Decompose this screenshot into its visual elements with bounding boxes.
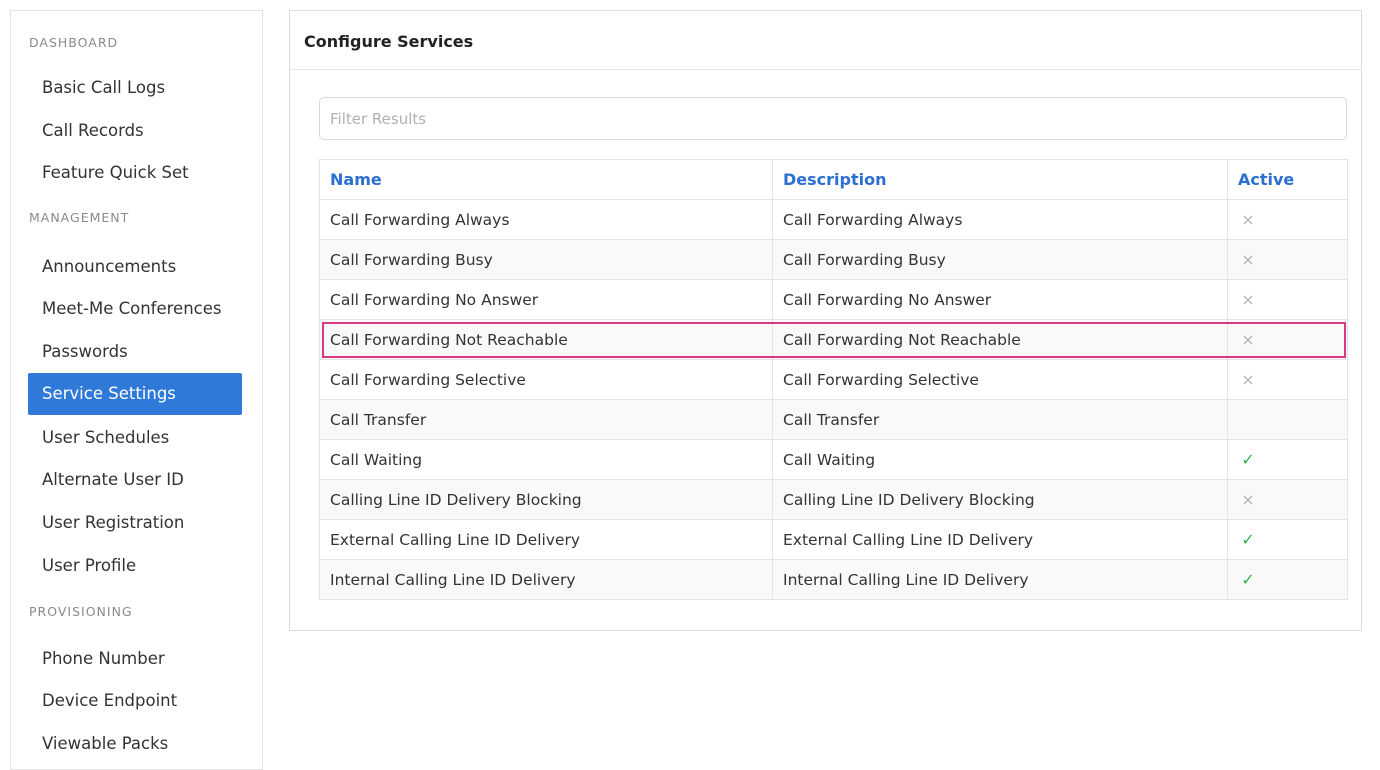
table-row[interactable]: Internal Calling Line ID Delivery Interna… [319,559,1348,600]
table-body: Call Forwarding Always Call Forwarding Al… [319,199,1348,600]
sidebar-item-device-endpoint[interactable]: Device Endpoint [28,680,242,722]
service-description-cell: Internal Calling Line ID Delivery [772,559,1228,600]
service-active-cell: ✓ [1227,439,1348,480]
service-active-cell: × [1227,359,1348,400]
table-row[interactable]: Call Forwarding Always Call Forwarding Al… [319,199,1348,240]
sidebar-item-announcements[interactable]: Announcements [28,246,242,288]
table-row[interactable]: Call Forwarding Busy Call Forwarding Busy… [319,239,1348,280]
service-active-cell: × [1227,319,1348,360]
service-name-cell: Calling Line ID Delivery Blocking [319,479,773,520]
check-icon[interactable]: ✓ [1238,450,1258,469]
service-name-cell: Call Transfer [319,399,773,440]
section-header-management: MANAGEMENT [29,210,130,225]
service-description-cell: Call Forwarding Always [772,199,1228,240]
service-active-cell: × [1227,239,1348,280]
service-active-cell: × [1227,479,1348,520]
check-icon[interactable]: ✓ [1238,570,1258,589]
service-name-cell: Internal Calling Line ID Delivery [319,559,773,600]
service-description-cell: Call Forwarding Selective [772,359,1228,400]
close-icon[interactable]: × [1238,370,1258,389]
sidebar-item-user-registration[interactable]: User Registration [28,502,242,544]
configure-services-panel: Configure Services Name Description Acti… [289,10,1362,631]
close-icon[interactable]: × [1238,290,1258,309]
service-description-cell: Call Forwarding Busy [772,239,1228,280]
sidebar-item-user-profile[interactable]: User Profile [28,545,242,587]
sidebar-item-user-schedules[interactable]: User Schedules [28,417,242,459]
service-name-cell: Call Forwarding Selective [319,359,773,400]
service-description-cell: Calling Line ID Delivery Blocking [772,479,1228,520]
section-header-dashboard: DASHBOARD [29,35,119,50]
service-description-cell: Call Transfer [772,399,1228,440]
table-row[interactable]: Call Forwarding No Answer Call Forwarding… [319,279,1348,320]
table-header-row: Name Description Active [319,159,1348,200]
table-row[interactable]: Call Forwarding Not Reachable Call Forwar… [319,319,1348,360]
table-row[interactable]: Call Waiting Call Waiting ✓ [319,439,1348,480]
column-header-name[interactable]: Name [319,159,773,200]
close-icon[interactable]: × [1238,330,1258,349]
sidebar-item-phone-number[interactable]: Phone Number [28,638,242,680]
close-icon[interactable]: × [1238,250,1258,269]
sidebar-item-meet-me-conferences[interactable]: Meet-Me Conferences [28,288,242,330]
sidebar-item-service-settings[interactable]: Service Settings [28,373,242,415]
service-active-cell: × [1227,279,1348,320]
services-table: Name Description Active Call Forwarding … [319,159,1348,600]
section-header-provisioning: PROVISIONING [29,604,133,619]
service-description-cell: Call Forwarding Not Reachable [772,319,1228,360]
service-name-cell: Call Forwarding Busy [319,239,773,280]
close-icon[interactable]: × [1238,490,1258,509]
service-name-cell: Call Forwarding Not Reachable [319,319,773,360]
sidebar-item-feature-quick-set[interactable]: Feature Quick Set [28,152,242,194]
service-active-cell [1227,399,1348,440]
service-description-cell: Call Forwarding No Answer [772,279,1228,320]
sidebar-item-viewable-packs[interactable]: Viewable Packs [28,723,242,765]
service-active-cell: ✓ [1227,559,1348,600]
service-name-cell: External Calling Line ID Delivery [319,519,773,560]
table-row[interactable]: External Calling Line ID Delivery Externa… [319,519,1348,560]
column-header-description[interactable]: Description [772,159,1228,200]
sidebar-item-alternate-user-id[interactable]: Alternate User ID [28,459,242,501]
close-icon[interactable]: × [1238,210,1258,229]
check-icon[interactable]: ✓ [1238,530,1258,549]
sidebar: DASHBOARD Basic Call Logs Call Records F… [10,10,263,770]
service-description-cell: External Calling Line ID Delivery [772,519,1228,560]
filter-input[interactable] [319,97,1347,140]
table-row[interactable]: Calling Line ID Delivery Blocking Calling… [319,479,1348,520]
panel-header: Configure Services [290,11,1361,70]
page-title: Configure Services [304,32,474,51]
service-name-cell: Call Forwarding No Answer [319,279,773,320]
sidebar-item-call-records[interactable]: Call Records [28,110,242,152]
service-name-cell: Call Waiting [319,439,773,480]
service-active-cell: × [1227,199,1348,240]
table-row[interactable]: Call Forwarding Selective Call Forwarding… [319,359,1348,400]
column-header-active[interactable]: Active [1227,159,1348,200]
service-active-cell: ✓ [1227,519,1348,560]
service-name-cell: Call Forwarding Always [319,199,773,240]
sidebar-item-passwords[interactable]: Passwords [28,331,242,373]
sidebar-item-basic-call-logs[interactable]: Basic Call Logs [28,67,242,109]
service-description-cell: Call Waiting [772,439,1228,480]
table-row[interactable]: Call Transfer Call Transfer [319,399,1348,440]
